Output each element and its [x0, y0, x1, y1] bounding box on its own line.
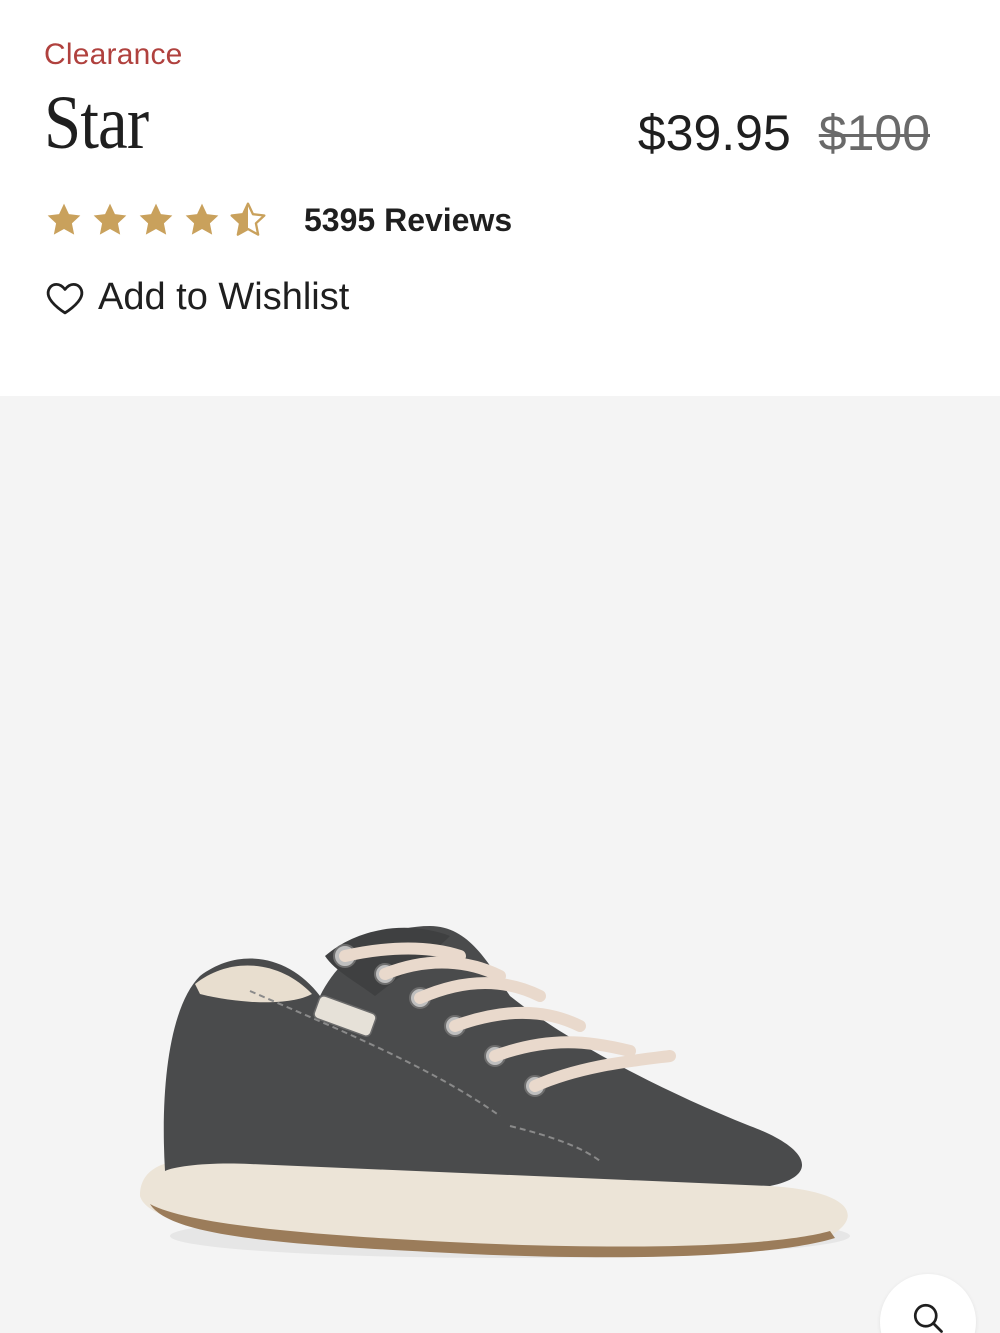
reviews-link[interactable]: 5395 Reviews [304, 202, 512, 239]
original-price: $100 [818, 105, 930, 161]
search-icon [913, 1303, 943, 1333]
star-icon [185, 203, 219, 235]
star-half-icon [230, 202, 266, 236]
wishlist-label: Add to Wishlist [98, 276, 350, 318]
add-to-wishlist-button[interactable]: Add to Wishlist [44, 276, 349, 319]
heart-outline-icon [46, 282, 84, 314]
price-block: $39.95 $100 [638, 104, 930, 162]
sale-price: $39.95 [637, 105, 791, 161]
product-title: Star [44, 81, 149, 165]
star-icon [47, 203, 81, 235]
rating-stars [44, 200, 268, 240]
star-icon [139, 203, 173, 235]
clearance-badge: Clearance [44, 38, 183, 71]
product-page: Clearance Star $39.95 $100 5395 Reviews … [0, 0, 1000, 1333]
rating-summary[interactable]: 5395 Reviews [44, 200, 512, 240]
zoom-button[interactable] [880, 1274, 976, 1333]
product-image-sneaker [140, 926, 850, 1258]
product-image-gallery[interactable] [0, 396, 1000, 1333]
star-icon [93, 203, 127, 235]
